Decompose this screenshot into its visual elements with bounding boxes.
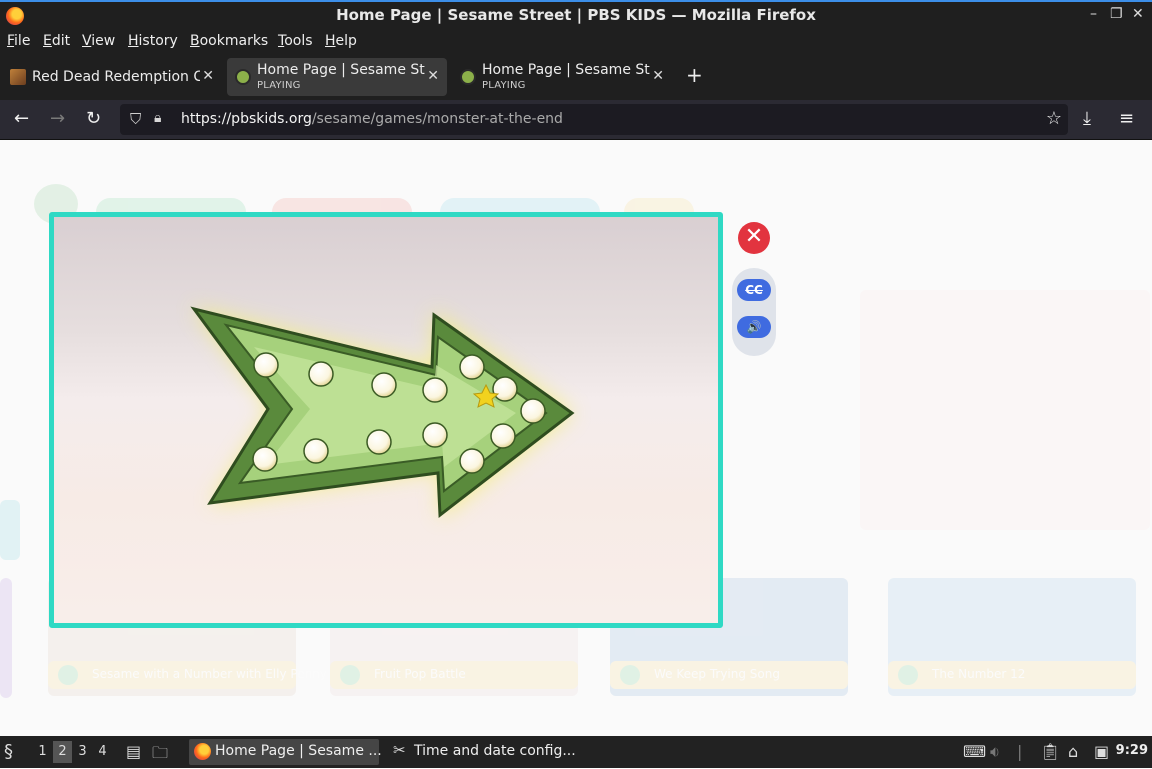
window-titlebar: Home Page | Sesame Street | PBS KIDS — M… <box>0 0 1152 30</box>
task-label: Time and date config... <box>414 743 576 759</box>
tab-playing-label: PLAYING <box>257 80 301 91</box>
show-desktop-icon[interactable]: ▤ <box>126 742 141 761</box>
tracking-shield-icon[interactable]: ⛉ <box>130 110 141 128</box>
volume-tray-icon[interactable]: 🔉︎ <box>990 742 1000 762</box>
game-controls-panel: CC 🔊 <box>732 268 776 356</box>
taskbar-firefox-task[interactable]: Home Page | Sesame ... <box>189 739 382 765</box>
workspace-4[interactable]: 4 <box>93 741 112 763</box>
game-canvas[interactable] <box>49 212 723 628</box>
taskbar-time-date-task[interactable]: ✂ Time and date config... <box>388 739 588 765</box>
workspace-2[interactable]: 2 <box>53 741 72 763</box>
url-bar[interactable]: ⛉ 🔒︎ https://pbskids.org/sesame/games/mo… <box>120 104 1068 135</box>
firefox-task-icon <box>194 743 211 760</box>
window-title: Home Page | Sesame Street | PBS KIDS — M… <box>336 6 816 24</box>
back-button[interactable]: ← <box>14 108 29 129</box>
closed-captions-button[interactable]: CC <box>737 279 771 301</box>
maximize-button[interactable]: ❐ <box>1110 6 1123 22</box>
menu-history[interactable]: History <box>128 33 178 49</box>
close-game-button[interactable]: ✕ <box>738 222 770 254</box>
workspace-3[interactable]: 3 <box>73 741 92 763</box>
tab-sesame-2[interactable]: Home Page | Sesame Stre PLAYING ✕ <box>452 58 672 96</box>
forward-button[interactable]: → <box>50 108 65 129</box>
close-window-button[interactable]: ✕ <box>1132 6 1144 22</box>
file-manager-icon[interactable]: 🗀 <box>152 742 168 769</box>
pbs-kids-favicon-icon <box>460 69 476 85</box>
tab-strip: Red Dead Redemption Cl ✕ Home Page | Ses… <box>0 54 1152 100</box>
separator-icon: | <box>1017 742 1023 761</box>
game-favicon-icon <box>10 69 26 85</box>
new-tab-button[interactable]: + <box>686 63 703 87</box>
minimize-button[interactable]: – <box>1090 6 1097 22</box>
lock-icon[interactable]: 🔒︎ <box>154 110 161 126</box>
menu-tools[interactable]: Tools <box>278 33 313 49</box>
glowing-arrow-sign[interactable] <box>54 217 718 623</box>
reload-button[interactable]: ↻ <box>86 108 101 129</box>
menu-bookmarks[interactable]: Bookmarks <box>190 33 268 49</box>
tab-close-icon[interactable]: ✕ <box>652 68 664 84</box>
bookmark-star-icon[interactable]: ☆ <box>1046 108 1062 129</box>
tab-sesame-active[interactable]: Home Page | Sesame Stre PLAYING ✕ <box>227 58 447 96</box>
workspace-1[interactable]: 1 <box>33 741 52 763</box>
clock[interactable]: 9:29 <box>1116 743 1148 758</box>
app-menu-button[interactable]: ≡ <box>1119 108 1134 129</box>
settings-tools-icon: ✂ <box>393 741 406 759</box>
volume-button[interactable]: 🔊 <box>737 316 771 338</box>
tab-red-dead[interactable]: Red Dead Redemption Cl ✕ <box>2 58 222 96</box>
system-monitor-icon[interactable]: ▣ <box>1094 742 1109 761</box>
menu-edit[interactable]: Edit <box>43 33 70 49</box>
tab-title: Home Page | Sesame Stre <box>257 62 425 78</box>
taskbar: § 1 2 3 4 ▤ 🗀 Home Page | Sesame ... ✂ T… <box>0 736 1152 768</box>
start-menu-icon[interactable]: § <box>4 741 13 762</box>
menu-file[interactable]: File <box>7 33 30 49</box>
menu-bar: File Edit View History Bookmarks Tools H… <box>0 30 1152 54</box>
task-label: Home Page | Sesame ... <box>215 743 382 759</box>
menu-view[interactable]: View <box>82 33 115 49</box>
tab-title: Home Page | Sesame Stre <box>482 62 650 78</box>
network-icon[interactable]: ⌂ <box>1068 742 1078 761</box>
keyboard-icon[interactable]: ⌨ <box>963 742 986 761</box>
menu-help[interactable]: Help <box>325 33 357 49</box>
downloads-button[interactable]: ⤓ <box>1083 108 1091 129</box>
pbs-kids-favicon-icon <box>235 69 251 85</box>
clipboard-icon[interactable]: 📋︎ <box>1040 742 1060 761</box>
web-page: Sesame with a Number with Elly Penny Fru… <box>0 140 1152 736</box>
tab-playing-label: PLAYING <box>482 80 526 91</box>
navigation-bar: ← → ↻ ⛉ 🔒︎ https://pbskids.org/sesame/ga… <box>0 100 1152 140</box>
url-text[interactable]: https://pbskids.org/sesame/games/monster… <box>181 111 563 127</box>
tab-close-icon[interactable]: ✕ <box>427 68 439 84</box>
tab-title: Red Dead Redemption Cl <box>32 69 200 85</box>
tab-close-icon[interactable]: ✕ <box>202 68 214 84</box>
